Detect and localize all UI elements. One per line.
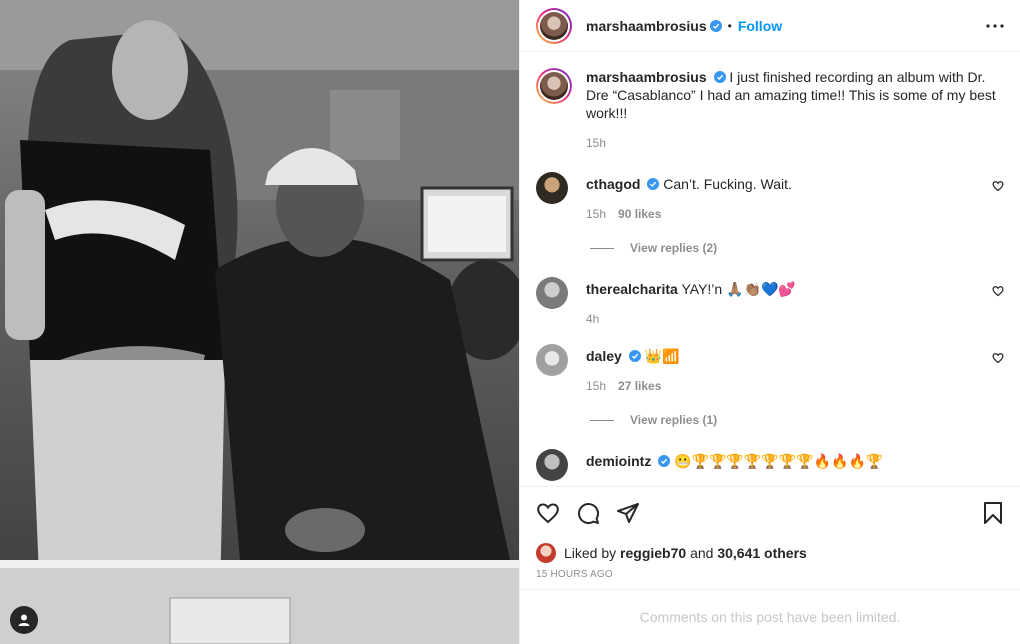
- comment-heart-icon[interactable]: [992, 352, 1004, 364]
- comment-time[interactable]: 4h: [586, 312, 599, 326]
- more-horizontal-icon[interactable]: [986, 23, 1004, 28]
- verified-badge-icon: [713, 71, 726, 83]
- caption-avatar[interactable]: [536, 68, 572, 104]
- share-icon[interactable]: [616, 501, 640, 525]
- comment-row: cthagod Can’t. Fucking. Wait. 15h 90 lik…: [536, 172, 1004, 221]
- liked-by-count[interactable]: 30,641 others: [717, 545, 807, 561]
- view-replies-button[interactable]: View replies (2): [590, 241, 1004, 255]
- comment-text: Can’t. Fucking. Wait.: [663, 176, 792, 192]
- comment-username[interactable]: therealcharita: [586, 281, 678, 297]
- comment-username[interactable]: cthagod: [586, 176, 640, 192]
- liked-by-prefix: Liked by: [564, 545, 617, 561]
- verified-badge-icon: [647, 178, 660, 190]
- comment-likes[interactable]: 27 likes: [618, 379, 661, 393]
- comment-text: 😬🏆🏆🏆🏆🏆🏆🏆🔥🔥🔥🏆: [674, 453, 884, 469]
- bookmark-icon[interactable]: [982, 501, 1004, 525]
- action-icons: [536, 487, 1004, 539]
- heart-icon[interactable]: [536, 501, 560, 525]
- view-replies-button[interactable]: View replies (1): [590, 413, 1004, 427]
- author-avatar[interactable]: [536, 7, 572, 44]
- instagram-post-modal: marshaambrosius • Follow marshaambrosius…: [0, 0, 1020, 644]
- comment-heart-icon[interactable]: [992, 180, 1004, 192]
- post-actions: Liked by reggieb70 and 30,641 others 15 …: [520, 486, 1020, 587]
- caption-time[interactable]: 15h: [586, 136, 606, 150]
- comment-row: demiointz 😬🏆🏆🏆🏆🏆🏆🏆🔥🔥🔥🏆: [536, 449, 1004, 481]
- comment-heart-icon[interactable]: [992, 285, 1004, 297]
- post-header: marshaambrosius • Follow: [520, 0, 1020, 52]
- liked-by-avatar[interactable]: [536, 543, 556, 563]
- comment-avatar[interactable]: [536, 277, 568, 309]
- comment-avatar[interactable]: [536, 449, 568, 481]
- comment-row: daley 👑📶 15h 27 likes: [536, 344, 1004, 393]
- photo-illustration: [0, 0, 519, 644]
- verified-badge-icon: [709, 19, 722, 32]
- comment-time[interactable]: 15h: [586, 207, 606, 221]
- comment-row: therealcharita YAY!’n 🙏🏽👏🏽💙💕 4h: [536, 277, 1004, 326]
- view-replies-label: View replies (1): [630, 413, 718, 427]
- liked-by-and: and: [690, 545, 714, 561]
- comments-limited-notice: Comments on this post have been limited.: [520, 589, 1020, 644]
- post-side-panel: marshaambrosius • Follow marshaambrosius…: [519, 0, 1020, 644]
- comment-text: 👑📶: [644, 348, 680, 364]
- liked-by-row[interactable]: Liked by reggieb70 and 30,641 others: [536, 539, 1004, 567]
- user-tag-icon[interactable]: [10, 606, 38, 634]
- comments-list[interactable]: marshaambrosius I just finished recordin…: [520, 52, 1020, 486]
- comment-likes[interactable]: 90 likes: [618, 207, 661, 221]
- author-username[interactable]: marshaambrosius: [586, 18, 707, 34]
- caption-row: marshaambrosius I just finished recordin…: [536, 68, 1004, 150]
- verified-badge-icon: [628, 350, 641, 362]
- view-replies-label: View replies (2): [630, 241, 718, 255]
- post-timestamp[interactable]: 15 HOURS AGO: [536, 569, 1004, 587]
- verified-badge-icon: [658, 455, 671, 467]
- post-photo[interactable]: [0, 0, 519, 644]
- follow-button[interactable]: Follow: [738, 18, 782, 34]
- liked-by-user[interactable]: reggieb70: [620, 545, 686, 561]
- comment-username[interactable]: daley: [586, 348, 622, 364]
- comment-avatar[interactable]: [536, 172, 568, 204]
- comment-username[interactable]: demiointz: [586, 453, 651, 469]
- comment-time[interactable]: 15h: [586, 379, 606, 393]
- comment-icon[interactable]: [576, 501, 600, 525]
- comment-avatar[interactable]: [536, 344, 568, 376]
- caption-username[interactable]: marshaambrosius: [586, 69, 707, 85]
- separator-dot: •: [727, 18, 732, 33]
- comment-text: YAY!’n 🙏🏽👏🏽💙💕: [681, 281, 796, 297]
